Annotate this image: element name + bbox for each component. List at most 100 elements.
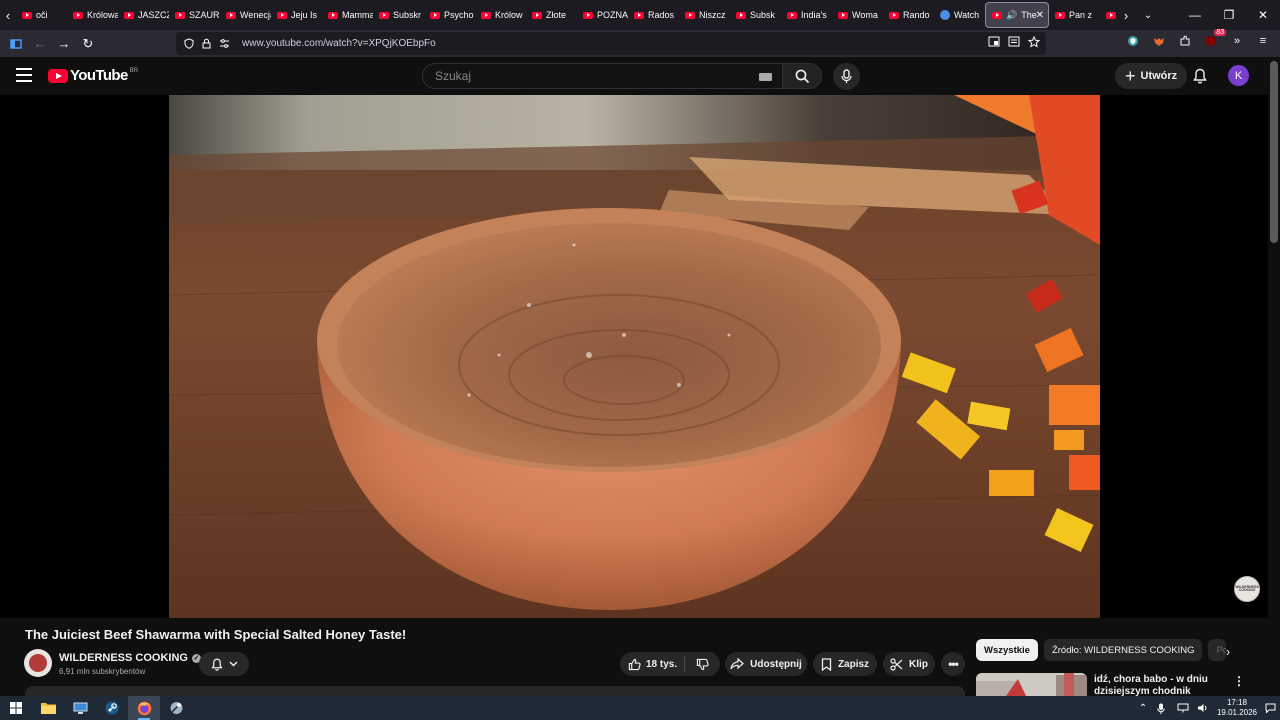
browser-tab[interactable]: Królowa (67, 2, 118, 28)
youtube-icon (736, 11, 746, 19)
tray-overflow-icon[interactable]: ⌃ (1137, 703, 1149, 714)
chip-from-channel[interactable]: Źródło: WILDERNESS COOKING (1043, 639, 1203, 661)
shield-icon[interactable] (184, 38, 194, 49)
system-clock[interactable]: 17:18 19.01.2026 (1217, 698, 1257, 718)
browser-tab[interactable]: Woma (832, 2, 883, 28)
page-scrollbar[interactable] (1268, 57, 1280, 696)
dislike-button[interactable] (685, 652, 720, 676)
browser-tab[interactable]: India's (781, 2, 832, 28)
browser-tab[interactable]: oči (16, 2, 67, 28)
speaker-icon[interactable]: 🔊 (1006, 10, 1017, 21)
create-button[interactable]: + Utwórz (1115, 63, 1188, 89)
search-input[interactable] (435, 69, 735, 83)
channel-name-link[interactable]: WILDERNESS COOKING ✓ (59, 652, 201, 664)
chips-next-button[interactable]: › (1218, 641, 1238, 661)
browser-tab[interactable]: POZNA (577, 2, 628, 28)
browser-tab[interactable]: Wenecja (220, 2, 271, 28)
tabs-scroll-right-button[interactable]: › (1118, 0, 1134, 30)
search-button[interactable] (782, 63, 822, 89)
save-button[interactable]: Zapisz (813, 652, 877, 676)
browser-tab[interactable]: Subsk (730, 2, 781, 28)
start-button[interactable] (0, 696, 32, 720)
close-tab-icon[interactable]: ✕ (1036, 10, 1044, 21)
url-text[interactable]: www.youtube.com/watch?v=XPQjKOEbpFo (242, 38, 436, 49)
microphone-tray-icon[interactable] (1157, 703, 1169, 714)
browser-tab[interactable]: Mamma (322, 2, 373, 28)
guide-menu-icon[interactable] (16, 68, 32, 82)
steam-button[interactable] (96, 696, 128, 720)
overflow-menu-icon[interactable]: » (1230, 34, 1244, 48)
chip-all[interactable]: Wszystkie (976, 639, 1038, 661)
youtube-logo-text: YouTube (70, 67, 128, 84)
browser-tab[interactable]: JASZCZ (118, 2, 169, 28)
share-button[interactable]: Udostępnij (725, 652, 807, 676)
subscription-bell-button[interactable] (199, 652, 249, 676)
youtube-icon (838, 11, 848, 19)
app-menu-icon[interactable]: ≡ (1256, 34, 1270, 48)
browser-tab[interactable]: Królow (475, 2, 526, 28)
minimize-button[interactable]: — (1178, 0, 1212, 30)
browser-tab[interactable]: Pan z (1049, 2, 1100, 28)
more-actions-button[interactable]: ••• (941, 652, 965, 676)
ublock-extension-icon[interactable]: 83 (1204, 29, 1226, 48)
extensions-puzzle-icon[interactable] (1178, 34, 1192, 48)
browser-tab[interactable]: Jeju Is (271, 2, 322, 28)
computer-app-button[interactable] (64, 696, 96, 720)
scrollbar-thumb[interactable] (1270, 61, 1278, 243)
browser-tab[interactable]: Zjeżdż (1100, 2, 1116, 28)
browser-tab[interactable]: Watch (934, 2, 985, 28)
reload-button[interactable]: ↻ (76, 32, 100, 56)
youtube-logo[interactable]: YouTube BR (48, 67, 138, 84)
bell-icon (210, 658, 223, 671)
related-video-title[interactable]: idź, chora babo - w dniu dzisiejszym cho… (1094, 674, 1224, 696)
thumbs-up-icon (628, 658, 641, 670)
voice-search-button[interactable] (833, 63, 860, 90)
video-player[interactable]: WILDERNESS COOKING (0, 95, 1268, 618)
back-button[interactable]: ← (28, 32, 52, 56)
related-video-thumbnail[interactable] (976, 673, 1087, 696)
file-explorer-button[interactable] (32, 696, 64, 720)
clip-button[interactable]: Klip (883, 652, 935, 676)
network-icon[interactable] (1177, 703, 1189, 713)
reader-view-icon[interactable] (1008, 36, 1020, 48)
like-count: 18 tys. (646, 658, 678, 670)
close-window-button[interactable]: ✕ (1246, 0, 1280, 30)
browser-tab[interactable]: Subskr (373, 2, 424, 28)
browser-tab[interactable]: Niszcz (679, 2, 730, 28)
browser-tab[interactable]: Psycho (424, 2, 475, 28)
sidebar-toggle-icon[interactable] (4, 32, 28, 56)
notifications-tray-icon[interactable] (1265, 703, 1276, 713)
volume-icon[interactable] (1197, 703, 1209, 713)
related-video-menu-button[interactable]: ⋮ (1233, 673, 1245, 689)
browser-tab[interactable]: SZAUR (169, 2, 220, 28)
lock-icon[interactable] (202, 38, 211, 49)
tab-list-dropdown-button[interactable]: ⌄ (1140, 0, 1156, 30)
channel-watermark[interactable]: WILDERNESS COOKING (1234, 576, 1260, 602)
channel-name[interactable]: WILDERNESS COOKING (59, 652, 188, 664)
account-avatar[interactable]: K (1228, 65, 1249, 86)
vpn-extension-icon[interactable] (1126, 34, 1140, 48)
permissions-icon[interactable] (219, 39, 230, 48)
restore-button[interactable]: ❐ (1212, 0, 1246, 30)
address-bar[interactable]: www.youtube.com/watch?v=XPQjKOEbpFo (176, 32, 1046, 55)
description-box[interactable] (25, 686, 965, 696)
app-button[interactable] (160, 696, 192, 720)
forward-button[interactable]: → (52, 32, 76, 56)
video-title: The Juiciest Beef Shawarma with Special … (25, 627, 407, 642)
browser-tab-active[interactable]: 🔊 The ✕ (985, 2, 1049, 28)
tabs-scroll-left-button[interactable]: ‹ (0, 0, 16, 30)
firefox-button[interactable] (128, 696, 160, 720)
video-frame[interactable] (169, 95, 1100, 618)
browser-tab[interactable]: Rando (883, 2, 934, 28)
picture-in-picture-icon[interactable] (988, 36, 1000, 48)
keyboard-icon[interactable] (759, 73, 772, 81)
bookmark-star-icon[interactable] (1028, 36, 1040, 48)
search-box[interactable] (422, 63, 782, 89)
notifications-button[interactable] (1189, 65, 1211, 87)
browser-tab[interactable]: Rados (628, 2, 679, 28)
like-button[interactable]: 18 tys. (620, 652, 684, 676)
browser-navbar: ← → ↻ www.youtube.com/watch?v=XPQjKOEbpF… (0, 29, 1280, 57)
browser-tab[interactable]: Złote (526, 2, 577, 28)
fox-extension-icon[interactable] (1152, 34, 1166, 48)
channel-avatar[interactable] (24, 649, 52, 677)
